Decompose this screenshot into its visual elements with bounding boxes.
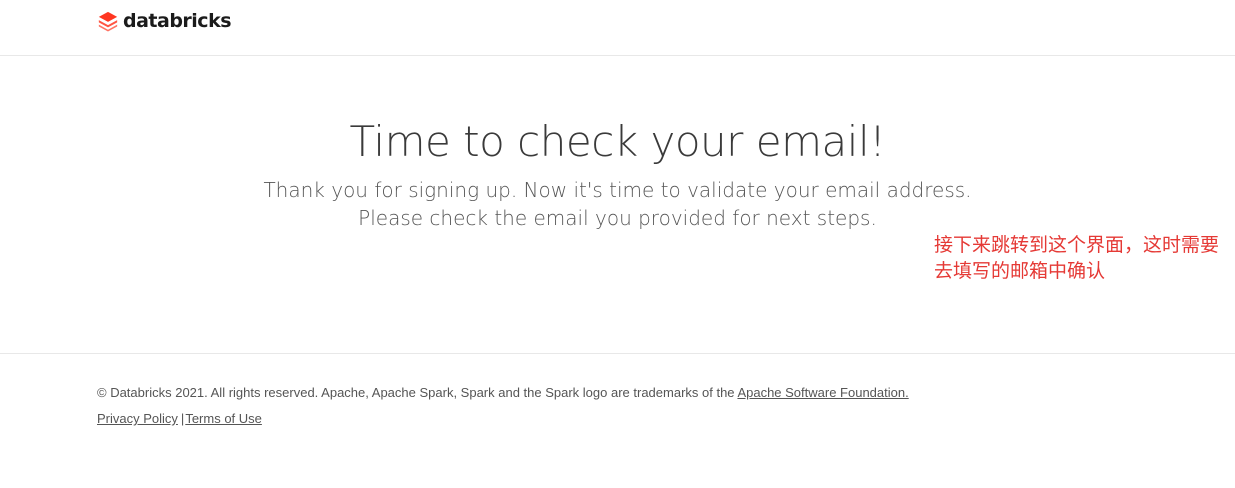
footer-separator: |: [180, 411, 185, 426]
copyright-line: © Databricks 2021. All rights reserved. …: [97, 385, 1197, 401]
site-header: databricks: [0, 0, 1235, 56]
page-title: Time to check your email!: [349, 117, 886, 166]
terms-of-use-link[interactable]: Terms of Use: [185, 411, 262, 426]
page: databricks Time to check your email! Tha…: [0, 0, 1235, 488]
confirmation-section: Time to check your email! Thank you for …: [0, 112, 1235, 232]
privacy-policy-link[interactable]: Privacy Policy: [97, 411, 178, 426]
footer-links: Privacy Policy |Terms of Use: [97, 411, 1197, 427]
subtitle-line-1: Thank you for signing up. Now it's time …: [263, 178, 972, 202]
site-footer: © Databricks 2021. All rights reserved. …: [97, 385, 1197, 427]
red-annotation-text: 接下来跳转到这个界面，这时需要去填写的邮箱中确认: [934, 234, 1220, 282]
page-subtitle: Thank you for signing up. Now it's time …: [0, 176, 1235, 232]
subtitle-line-2: Please check the email you provided for …: [358, 206, 877, 230]
apache-software-foundation-link[interactable]: Apache Software Foundation.: [737, 385, 908, 400]
databricks-logo-icon: [98, 11, 118, 32]
footer-divider: [0, 353, 1235, 354]
copyright-text: © Databricks 2021. All rights reserved. …: [97, 385, 738, 400]
databricks-logo-link[interactable]: databricks: [97, 7, 232, 35]
logo-text: databricks: [123, 9, 232, 32]
